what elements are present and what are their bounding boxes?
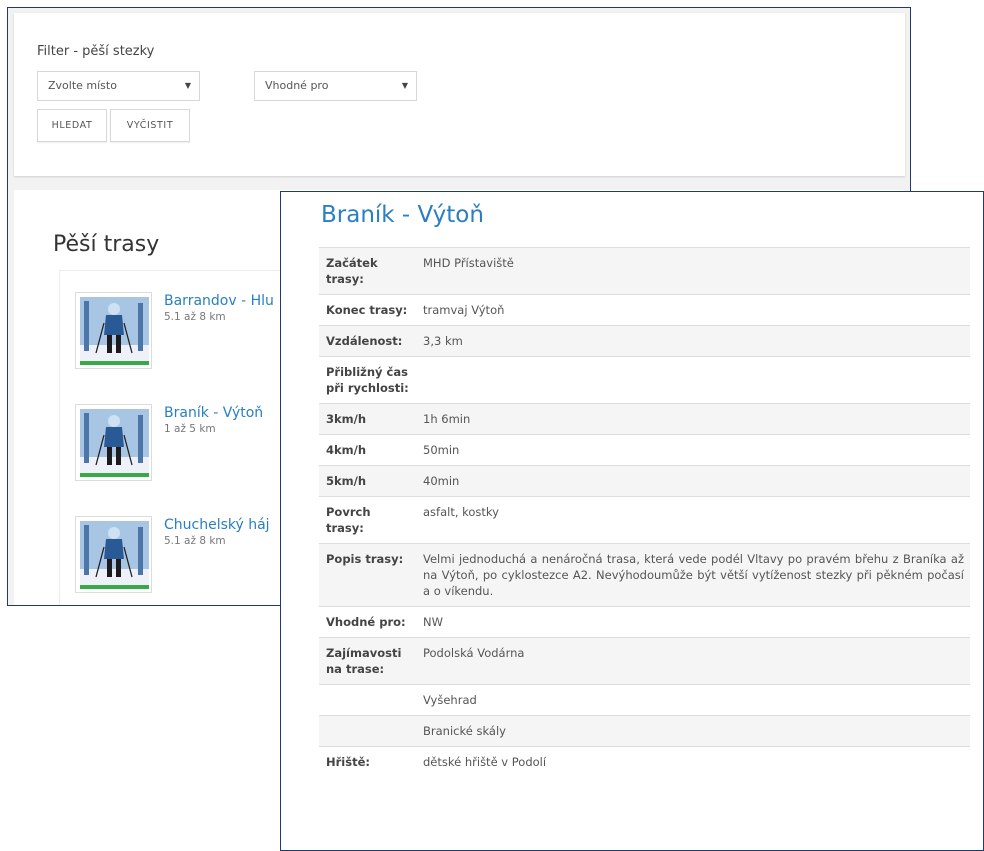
table-row: 4km/h 50min [319, 434, 970, 466]
row-label: Konec trasy: [319, 294, 416, 326]
chevron-down-icon: ▼ [401, 81, 408, 90]
table-row: Popis trasy: Velmi jednoduchá a nenáročn… [319, 543, 970, 607]
trail-name[interactable]: Braník - Výtoň [164, 405, 263, 421]
row-value: Vyšehrad [416, 684, 970, 716]
detail-title: Braník - Výtoň [321, 202, 484, 228]
suitable-select[interactable]: Vhodné pro ▼ [254, 71, 417, 101]
trail-thumbnail [75, 404, 152, 481]
row-value: dětské hřiště v Podolí [416, 746, 970, 777]
row-value [416, 356, 970, 404]
row-label: Hřiště: [319, 746, 416, 777]
clear-button[interactable]: VYČISTIT [110, 109, 190, 142]
table-row: Konec trasy: tramvaj Výtoň [319, 294, 970, 326]
trail-name[interactable]: Barrandov - Hlu [164, 293, 274, 309]
row-label: 4km/h [319, 434, 416, 466]
place-select-value: Zvolte místo [48, 79, 117, 92]
row-label: Zajímavosti na trase: [319, 637, 416, 685]
trail-detail-window: Braník - Výtoň Začátek trasy: MHD Přísta… [280, 191, 984, 851]
table-row: Vyšehrad [319, 684, 970, 716]
trail-thumbnail [75, 292, 152, 369]
row-label: Začátek trasy: [319, 247, 416, 295]
row-value: 50min [416, 434, 970, 466]
table-row: Zajímavosti na trase: Podolská Vodárna [319, 637, 970, 685]
table-row: Začátek trasy: MHD Přístaviště [319, 247, 970, 295]
row-label [319, 684, 416, 716]
filter-panel: Filter - pěší stezky Zvolte místo ▼ Vhod… [14, 13, 905, 176]
row-value: MHD Přístaviště [416, 247, 970, 295]
trail-detail-table: Začátek trasy: MHD Přístaviště Konec tra… [319, 247, 970, 777]
row-value: Branické skály [416, 715, 970, 747]
row-value: tramvaj Výtoň [416, 294, 970, 326]
nordic-walker-icon [80, 297, 149, 365]
row-label: Popis trasy: [319, 543, 416, 607]
row-label [319, 715, 416, 747]
row-value: asfalt, kostky [416, 496, 970, 544]
row-label: Přibližný čas při rychlosti: [319, 356, 416, 404]
trail-thumbnail [75, 516, 152, 593]
row-value: NW [416, 606, 970, 638]
table-row: 5km/h 40min [319, 465, 970, 497]
row-value: 3,3 km [416, 325, 970, 357]
table-row: Povrch trasy: asfalt, kostky [319, 496, 970, 544]
row-label: Povrch trasy: [319, 496, 416, 544]
trail-distance: 5.1 až 8 km [164, 535, 226, 547]
row-value: 40min [416, 465, 970, 497]
table-row: Přibližný čas při rychlosti: [319, 356, 970, 404]
suitable-select-value: Vhodné pro [265, 79, 329, 92]
table-row: Vhodné pro: NW [319, 606, 970, 638]
page-title: Pěší trasy [53, 232, 160, 257]
table-row: Branické skály [319, 715, 970, 747]
trail-name[interactable]: Chuchelský háj [164, 517, 270, 533]
table-row: Hřiště: dětské hřiště v Podolí [319, 746, 970, 777]
row-label: Vhodné pro: [319, 606, 416, 638]
row-value: Velmi jednoduchá a nenáročná trasa, kter… [416, 543, 970, 607]
place-select[interactable]: Zvolte místo ▼ [37, 71, 200, 101]
row-label: Vzdálenost: [319, 325, 416, 357]
table-row: 3km/h 1h 6min [319, 403, 970, 435]
trail-distance: 5.1 až 8 km [164, 311, 226, 323]
row-label: 3km/h [319, 403, 416, 435]
search-button[interactable]: HLEDAT [37, 109, 107, 142]
nordic-walker-icon [80, 409, 149, 477]
filter-title: Filter - pěší stezky [37, 44, 155, 59]
trail-distance: 1 až 5 km [164, 423, 216, 435]
table-row: Vzdálenost: 3,3 km [319, 325, 970, 357]
chevron-down-icon: ▼ [184, 81, 191, 90]
row-label: 5km/h [319, 465, 416, 497]
row-value: 1h 6min [416, 403, 970, 435]
nordic-walker-icon [80, 521, 149, 589]
row-value: Podolská Vodárna [416, 637, 970, 685]
